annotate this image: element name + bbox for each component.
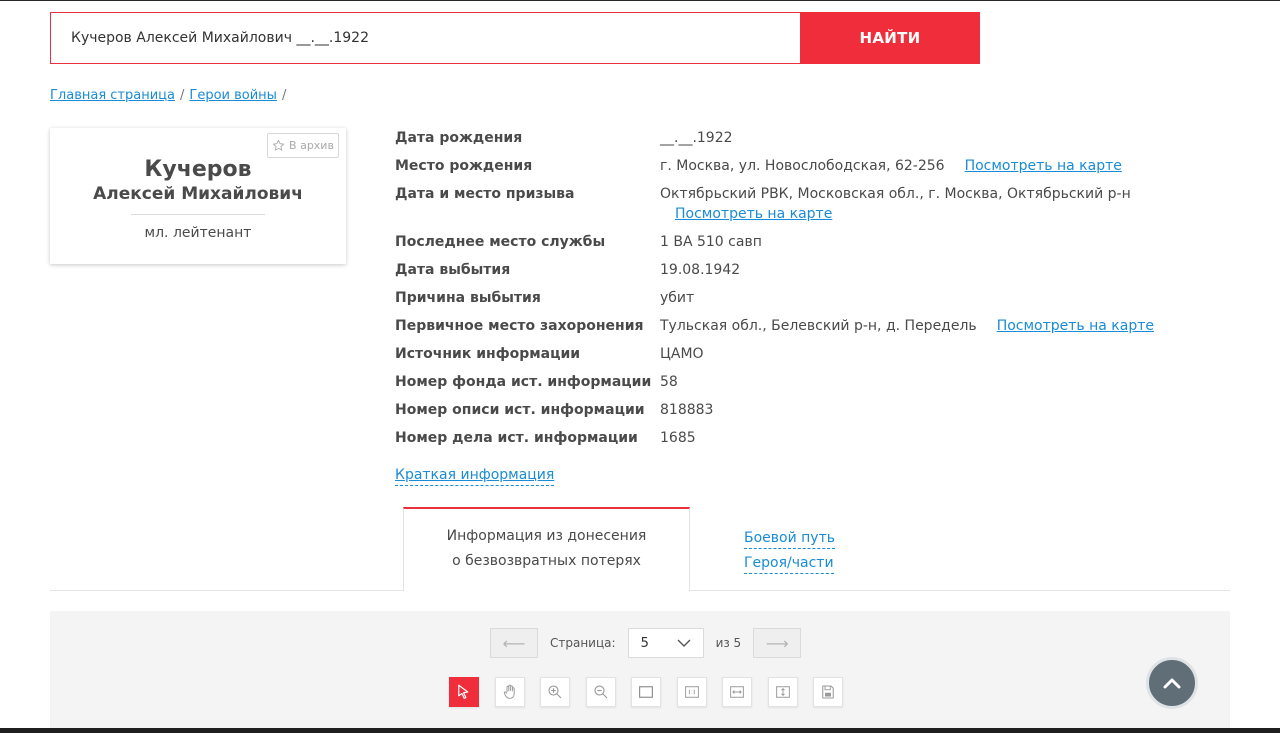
- breadcrumb-heroes-link[interactable]: Герои войны: [189, 88, 277, 103]
- select-tool-button[interactable]: [449, 677, 479, 707]
- save-button[interactable]: [813, 677, 843, 707]
- arrow-left-icon: ⟵: [502, 633, 526, 653]
- prev-page-button[interactable]: ⟵: [490, 628, 538, 658]
- info-value: __.__.1922: [660, 130, 733, 146]
- pan-tool-button[interactable]: [494, 677, 525, 707]
- tab-loss-report[interactable]: Информация из донесения о безвозвратных …: [403, 507, 690, 591]
- info-label: Причина выбытия: [395, 290, 541, 306]
- add-to-archive-button[interactable]: В архив: [267, 133, 339, 158]
- zoom-out-icon: [593, 685, 607, 699]
- page-select-value: 5: [640, 635, 649, 651]
- birth-place-map-link[interactable]: Посмотреть на карте: [965, 158, 1122, 174]
- fit-page-button[interactable]: [631, 677, 661, 707]
- person-first-middle-name: Алексей Михайлович: [93, 184, 303, 204]
- info-value: 58: [660, 374, 678, 390]
- page-select[interactable]: 5: [627, 628, 704, 658]
- zoom-in-icon: [548, 685, 562, 699]
- zoom-in-button[interactable]: [540, 677, 570, 707]
- save-icon: [822, 685, 834, 699]
- info-row-draft: Дата и место призыва Октябрьский РВК, Мо…: [395, 184, 1235, 224]
- info-row-last-service: Последнее место службы 1 ВА 510 савп: [395, 232, 1235, 252]
- actual-size-icon: [684, 686, 699, 698]
- breadcrumb: Главная страница / Герои войны /: [50, 88, 291, 103]
- burial-map-link[interactable]: Посмотреть на карте: [997, 318, 1154, 334]
- info-value: ЦАМО: [660, 346, 704, 362]
- info-label: Последнее место службы: [395, 234, 606, 250]
- person-rank: мл. лейтенант: [144, 225, 252, 241]
- info-value: 1685: [660, 430, 696, 446]
- breadcrumb-home-link[interactable]: Главная страница: [50, 88, 175, 103]
- star-icon: [272, 139, 285, 151]
- info-label: Номер фонда ист. информации: [395, 374, 652, 390]
- info-row-birth-place: Место рождения г. Москва, ул. Новослобод…: [395, 156, 1235, 176]
- short-info-link[interactable]: Краткая информация: [395, 466, 555, 486]
- info-label: Источник информации: [395, 346, 581, 362]
- page-label: Страница:: [550, 636, 616, 650]
- info-value: 818883: [660, 402, 714, 418]
- info-label: Дата и место призыва: [395, 186, 575, 202]
- info-value: убит: [660, 290, 695, 306]
- search-bar: НАЙТИ: [50, 12, 980, 64]
- hand-icon: [503, 684, 515, 699]
- info-label: Дата рождения: [395, 130, 523, 146]
- fit-height-icon: [775, 686, 790, 698]
- info-label: Первичное место захоронения: [395, 318, 644, 334]
- info-label: Место рождения: [395, 158, 533, 174]
- actual-size-button[interactable]: [676, 677, 707, 707]
- info-row-leave-date: Дата выбытия 19.08.1942: [395, 260, 1235, 280]
- info-value: 19.08.1942: [660, 262, 741, 278]
- birth-place-text: г. Москва, ул. Новослободская, 62-256: [660, 158, 945, 174]
- info-value: г. Москва, ул. Новослободская, 62-256 Пос…: [660, 156, 1122, 176]
- fit-width-button[interactable]: [722, 677, 752, 707]
- info-row-leave-reason: Причина выбытия убит: [395, 288, 1235, 308]
- burial-text: Тульская обл., Белевский р-н, д. Передел…: [660, 318, 977, 334]
- fit-width-icon: [730, 686, 744, 698]
- cursor-icon: [458, 684, 469, 699]
- search-button[interactable]: НАЙТИ: [800, 12, 980, 64]
- draft-map-link[interactable]: Посмотреть на карте: [675, 204, 832, 224]
- tab-loss-report-line1: Информация из донесения: [446, 528, 647, 544]
- arrow-right-icon: ⟶: [765, 633, 789, 653]
- archive-button-label: В архив: [289, 139, 334, 152]
- info-label: Дата выбытия: [395, 262, 511, 278]
- tab-combat-path-line2: Героя/части: [744, 553, 834, 574]
- search-input[interactable]: [50, 12, 800, 64]
- breadcrumb-separator: /: [281, 88, 287, 103]
- page-icon: [639, 686, 653, 698]
- viewer-toolbar: [449, 677, 859, 707]
- pager: ⟵ Страница: 5 из 5 ⟶: [490, 628, 802, 658]
- info-row-burial: Первичное место захоронения Тульская обл…: [395, 316, 1235, 336]
- top-border: [0, 0, 1280, 1]
- info-row-fund: Номер фонда ист. информации 58: [395, 372, 1235, 392]
- person-last-name: Кучеров: [144, 157, 252, 182]
- info-value: Тульская обл., Белевский р-н, д. Передел…: [660, 316, 1154, 336]
- breadcrumb-separator: /: [180, 88, 185, 103]
- tab-combat-path[interactable]: Боевой путь Героя/части: [744, 526, 835, 576]
- info-value: 1 ВА 510 савп: [660, 234, 762, 250]
- draft-text: Октябрьский РВК, Московская обл., г. Мос…: [660, 186, 1131, 202]
- info-row-inventory: Номер описи ист. информации 818883: [395, 400, 1235, 420]
- document-viewer: ⟵ Страница: 5 из 5 ⟶: [50, 611, 1230, 728]
- card-divider: [131, 214, 265, 215]
- person-info-table: Дата рождения __.__.1922 Место рождения …: [395, 128, 1235, 456]
- info-value: Октябрьский РВК, Московская обл., г. Мос…: [660, 184, 1131, 224]
- page-total-label: из 5: [715, 636, 742, 650]
- info-label: Номер дела ист. информации: [395, 430, 638, 446]
- zoom-out-button[interactable]: [585, 677, 616, 707]
- chevron-up-icon: [1163, 678, 1181, 689]
- fit-height-button[interactable]: [767, 677, 798, 707]
- info-row-source: Источник информации ЦАМО: [395, 344, 1235, 364]
- info-label: Номер описи ист. информации: [395, 402, 645, 418]
- person-card: В архив Кучеров Алексей Михайлович мл. л…: [50, 128, 346, 264]
- bottom-bar: [0, 728, 1280, 733]
- scroll-to-top-button[interactable]: [1146, 657, 1198, 709]
- info-row-birth-date: Дата рождения __.__.1922: [395, 128, 1235, 148]
- tab-combat-path-line1: Боевой путь: [744, 528, 835, 549]
- tab-loss-report-line2: о безвозвратных потерях: [452, 553, 641, 569]
- info-row-case: Номер дела ист. информации 1685: [395, 428, 1235, 448]
- next-page-button[interactable]: ⟶: [753, 628, 802, 658]
- chevron-down-icon: [677, 639, 691, 647]
